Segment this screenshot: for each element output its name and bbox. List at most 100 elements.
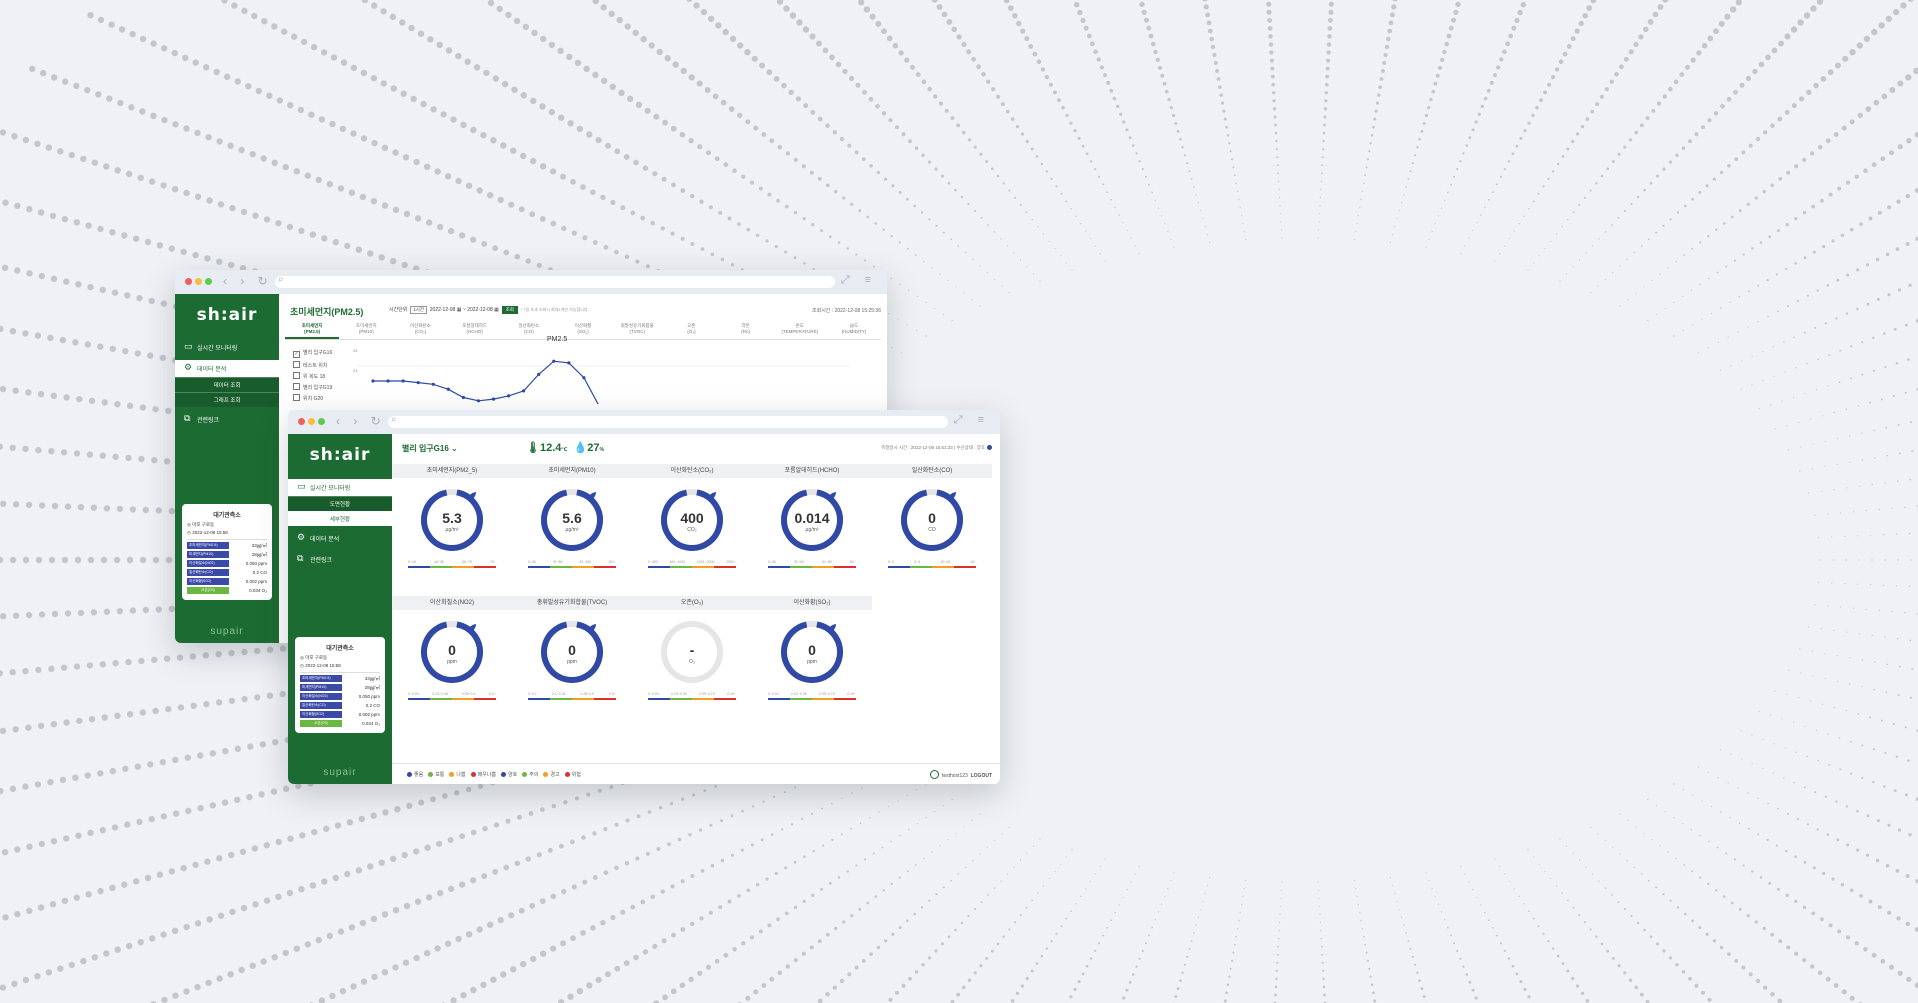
data-point[interactable] bbox=[507, 394, 511, 398]
data-point[interactable] bbox=[461, 395, 465, 400]
data-point[interactable] bbox=[431, 382, 435, 386]
submenu-data[interactable]: 데이터 조회 bbox=[175, 377, 279, 392]
tab-sublabel: (HCHO) bbox=[466, 329, 483, 334]
data-point[interactable] bbox=[446, 387, 450, 391]
scale-bar bbox=[528, 566, 616, 568]
gauge-card[interactable]: 오존(O₃) - O₃ 0~0.03 0.03~0.09 0.09~0.15 0.15~ bbox=[632, 596, 752, 728]
gauge-label: 이산화황(SO₂) bbox=[752, 596, 872, 610]
tab-8[interactable]: 라돈 (Rn) bbox=[719, 323, 773, 339]
search-button[interactable]: 조회 bbox=[501, 306, 518, 314]
data-point[interactable] bbox=[476, 399, 481, 403]
data-point[interactable] bbox=[386, 379, 390, 383]
submenu-floorplan[interactable]: 도면현황 bbox=[288, 496, 392, 511]
tab-9[interactable]: 온도 (TEMPERATURE) bbox=[773, 323, 827, 339]
droplet-icon: 💧 bbox=[573, 442, 588, 454]
tab-7[interactable]: 오존 (O₃) bbox=[664, 323, 718, 339]
sensor-item[interactable]: ✓ 별리 입구G16 bbox=[293, 349, 332, 358]
checkbox[interactable] bbox=[293, 383, 300, 390]
sensor-item[interactable]: 테스트 위치 bbox=[293, 361, 332, 369]
sensor-item[interactable]: 위치 G20 bbox=[293, 394, 332, 402]
date-from[interactable]: 2022-12-08 bbox=[430, 307, 456, 313]
tab-0[interactable]: 초미세먼지 (PM2.5) bbox=[285, 323, 340, 339]
gauge-card[interactable]: 이산화황(SO₂) 0 ppm 0~0.02 0.02~0.05 0.05~0.15 0.1… bbox=[752, 596, 872, 728]
scale-segment bbox=[768, 698, 790, 700]
sensor-item[interactable]: 별리 입구G19 bbox=[293, 383, 332, 391]
gauge-scale: 0~2 3~9 10~15 16~ bbox=[888, 560, 976, 564]
data-point[interactable] bbox=[401, 379, 405, 383]
monitoring-window: ‹ › ↻ ⌕ ⤢ ≡ sh:air ▭ 실시간 모니터링 도면현황 세부현황 ⚙… bbox=[288, 410, 1000, 784]
scale-label: 16~35 bbox=[434, 560, 444, 564]
checkbox[interactable] bbox=[293, 361, 300, 368]
data-point[interactable] bbox=[522, 389, 526, 393]
menu-realtime[interactable]: ▭ 실시간 모니터링 bbox=[288, 479, 392, 496]
row-value: 0.034 O₃ bbox=[249, 588, 267, 593]
scale-bar bbox=[528, 698, 616, 700]
menu-realtime[interactable]: ▭ 실시간 모니터링 bbox=[175, 339, 279, 356]
gauge-card[interactable]: 일산화탄소(CO) 0 CO 0~2 3~9 10~15 16~ bbox=[872, 464, 992, 596]
gauge-card[interactable]: 이산화질소(NO2) 0 ppm 0~0.03 0.03~0.06 0.06~0.2 0.2… bbox=[392, 596, 512, 728]
gauge-card[interactable]: 포름알데히드(HCHO) 0.014 μg/m³ 0~30 31~60 61~80 81~ bbox=[752, 464, 872, 596]
maximize-dot-icon[interactable] bbox=[205, 278, 212, 285]
data-point[interactable] bbox=[491, 397, 496, 401]
temperature-unit: ℃ bbox=[561, 447, 568, 453]
scale-segment bbox=[572, 566, 594, 568]
data-point[interactable] bbox=[371, 379, 375, 383]
legend-label: 경고 bbox=[550, 772, 560, 778]
gauge-card[interactable]: 초미세먼지(PM10) 5.6 μg/m³ 0~30 31~80 81~150 151~ bbox=[512, 464, 632, 596]
minimize-dot-icon[interactable] bbox=[195, 278, 202, 285]
close-dot-icon[interactable] bbox=[298, 418, 305, 425]
legend-swatch bbox=[449, 772, 455, 777]
gauge-card[interactable]: 이산화탄소(CO₂) 400 CO₂ 0~450 451~1000 1001~2000 20… bbox=[632, 464, 752, 596]
tab-3[interactable]: 포름알데히드 (HCHO) bbox=[448, 323, 502, 339]
tab-10[interactable]: 습도 (HUMIDITY) bbox=[827, 323, 881, 339]
calendar-icon[interactable]: ▦ bbox=[457, 307, 462, 313]
nav-arrows-icon[interactable]: ‹ › ↻ bbox=[223, 274, 273, 288]
expand-menu-icon[interactable]: ⤢ ≡ bbox=[841, 274, 877, 287]
expand-menu-icon[interactable]: ⤢ ≡ bbox=[954, 414, 990, 427]
row-label: 이산화질소(NO2) bbox=[187, 560, 229, 567]
menu-links[interactable]: ⧉ 관련링크 bbox=[175, 411, 279, 428]
minimize-dot-icon[interactable] bbox=[308, 418, 315, 425]
data-point[interactable] bbox=[552, 359, 556, 363]
menu-links[interactable]: ⧉ 관련링크 bbox=[288, 551, 392, 568]
unit-select[interactable]: 1시간 bbox=[410, 306, 427, 314]
data-point[interactable] bbox=[537, 372, 541, 376]
menu-analysis[interactable]: ⚙ 데이터 분석 bbox=[175, 360, 279, 377]
checkbox[interactable] bbox=[293, 372, 300, 379]
data-point[interactable] bbox=[582, 376, 586, 380]
logout-button[interactable]: LOGOUT bbox=[971, 773, 992, 779]
maximize-dot-icon[interactable] bbox=[318, 418, 325, 425]
nav-arrows-icon[interactable]: ‹ › ↻ bbox=[336, 414, 386, 428]
data-point[interactable] bbox=[416, 381, 420, 385]
scale-segment bbox=[528, 566, 550, 568]
sensor-label: 위 복도 18 bbox=[303, 374, 326, 380]
row-label: 초미세먼지(PM2.5) bbox=[187, 542, 229, 549]
checkbox[interactable]: ✓ bbox=[293, 351, 300, 358]
submenu-graph[interactable]: 그래프 조회 bbox=[175, 392, 279, 407]
date-to[interactable]: 2022-12-08 bbox=[467, 307, 493, 313]
gauge-card[interactable]: 초미세먼지(PM2_5) 5.3 μg/m³ 0~15 16~35 36~75 76~ bbox=[392, 464, 512, 596]
data-point[interactable] bbox=[567, 361, 571, 365]
tab-1[interactable]: 초미세먼지 (PM10) bbox=[339, 323, 393, 339]
address-bar[interactable]: ⌕ bbox=[275, 274, 835, 288]
scale-label: 31~60 bbox=[794, 560, 804, 564]
calendar-icon[interactable]: ▦ bbox=[494, 307, 499, 313]
close-dot-icon[interactable] bbox=[185, 278, 192, 285]
measure-time: 측정일시 시간 : 2022-12-08 15:51:33 bbox=[881, 445, 953, 450]
gauge-card[interactable]: 총휘발성유기화합물(TVOC) 0 ppm 0~0.1 0.1~0.25 0.25~0.5… bbox=[512, 596, 632, 728]
tab-2[interactable]: 이산화탄소 (CO₂) bbox=[393, 323, 447, 339]
scale-label: 76~ bbox=[490, 560, 496, 564]
menu-analysis[interactable]: ⚙ 데이터 분석 bbox=[288, 530, 392, 547]
checkbox[interactable] bbox=[293, 394, 300, 401]
address-bar[interactable]: ⌕ bbox=[388, 414, 948, 428]
footer: 좋음 보통 나쁨 매우나쁨 양호 주의 경고 위험 testhost123 LOGOUT bbox=[392, 763, 1000, 784]
gauge-unit: μg/m³ bbox=[445, 527, 459, 533]
location-select[interactable]: 별리 입구G16 ⌄ bbox=[402, 443, 458, 454]
gauge-label: 이산화탄소(CO₂) bbox=[632, 464, 752, 478]
scale-segment bbox=[954, 566, 976, 568]
tab-6[interactable]: 휘발성유기화합물 (TVOC) bbox=[610, 323, 664, 339]
submenu-detail[interactable]: 세부현황 bbox=[288, 511, 392, 526]
sensor-item[interactable]: 위 복도 18 bbox=[293, 372, 332, 380]
station-card: 대기관측소 ◎ 마포 구로동 ◷ 2022-12-08 15:58 초미세먼지(… bbox=[182, 504, 272, 600]
gauge-unit: O₃ bbox=[689, 659, 695, 665]
